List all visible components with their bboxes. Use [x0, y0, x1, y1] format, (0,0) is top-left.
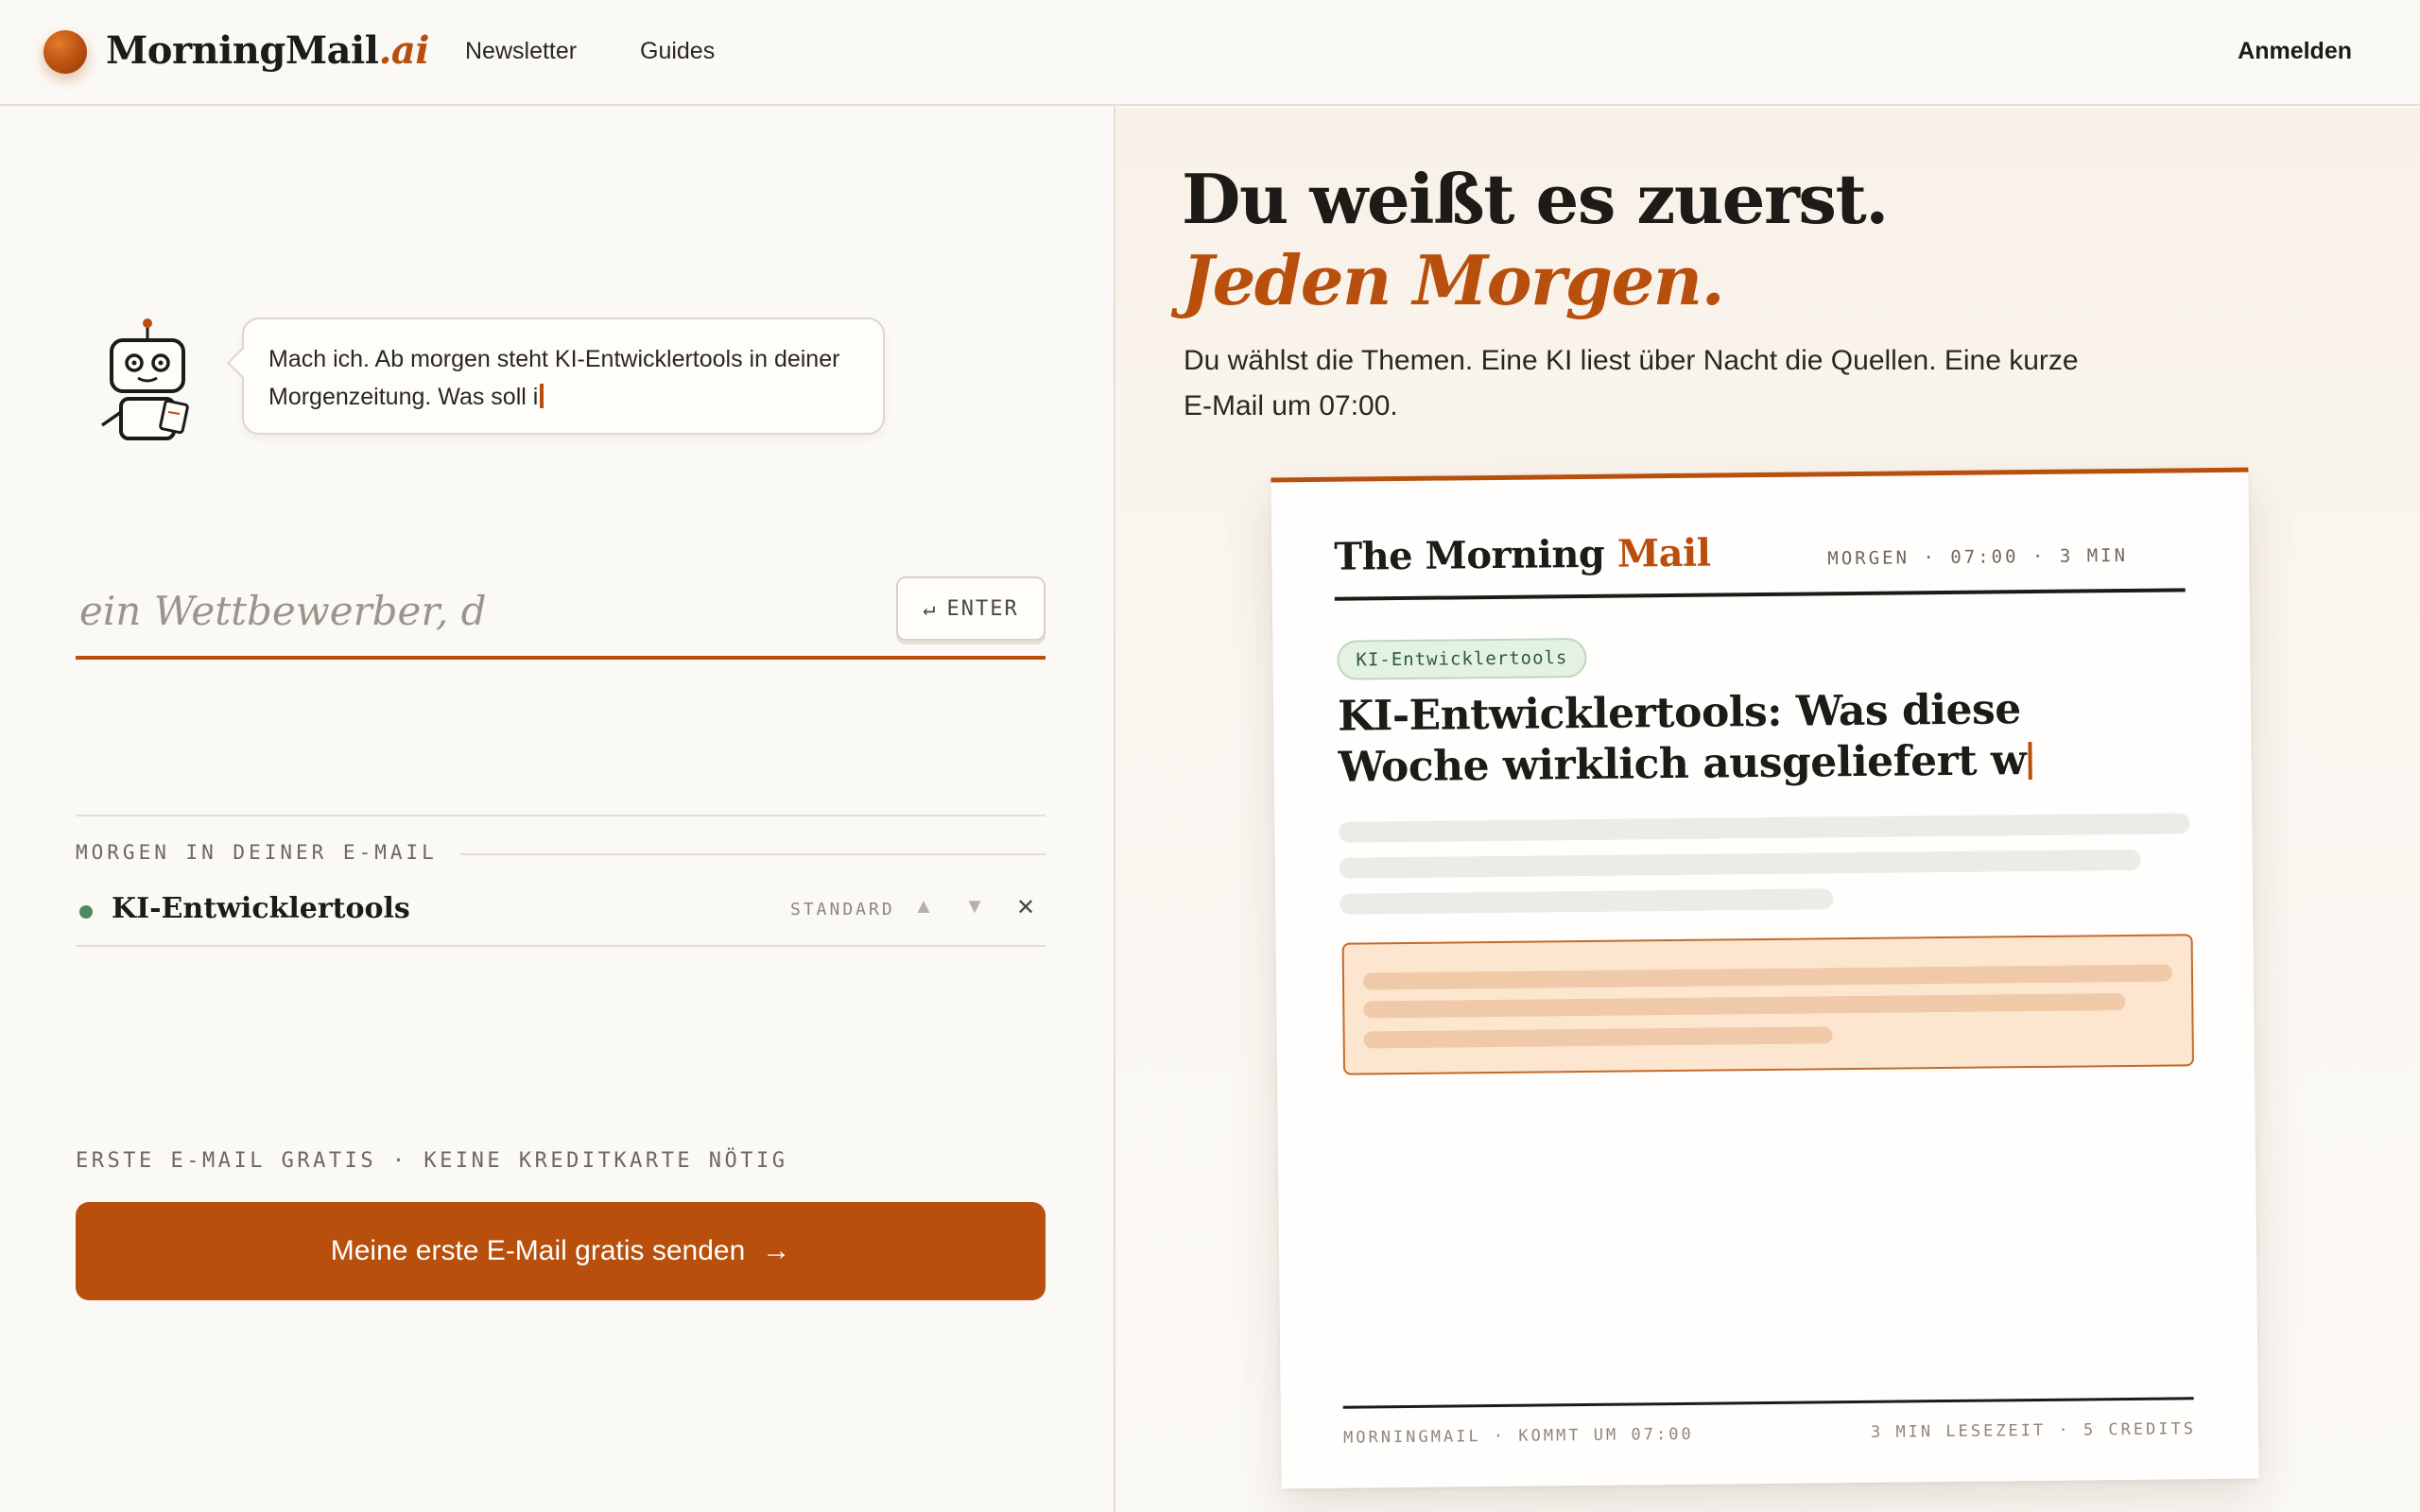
return-icon: ↵ [923, 596, 938, 621]
topics-section-label: MORGEN IN DEINER E-MAIL [76, 841, 460, 864]
preview-footer-left: MORNINGMAIL · KOMMT UM 07:00 [1342, 1424, 1694, 1448]
section-divider [76, 815, 1046, 816]
preview-meta: MORGEN · 07:00 · 3 MIN [1827, 544, 2129, 570]
topic-name: KI-Entwicklertools [112, 892, 410, 925]
free-email-note: ERSTE E-MAIL GRATIS · KEINE KREDITKARTE … [76, 1149, 788, 1173]
preview-topic-tag: KI-Entwicklertools [1337, 637, 1587, 680]
hero-title: Du weißt es zuerst. [1182, 159, 1889, 239]
logo[interactable]: MorningMail.ai [106, 28, 429, 73]
robot-mascot-icon [100, 318, 189, 440]
nav-guides[interactable]: Guides [640, 38, 715, 65]
preview-brand-main: The Morning [1334, 531, 1605, 579]
login-link[interactable]: Anmelden [2238, 38, 2352, 65]
enter-label: ENTER [946, 596, 1019, 621]
skeleton-line [1340, 888, 1834, 915]
assistant-message: Mach ich. Ab morgen steht KI-Entwicklert… [268, 346, 840, 410]
preview-brand-accent: Mail [1616, 530, 1711, 576]
skeleton-line [1339, 849, 2141, 879]
move-up-icon[interactable]: ▲ [909, 894, 938, 919]
move-down-icon[interactable]: ▼ [960, 894, 989, 919]
topic-status-dot [79, 905, 93, 919]
preview-footer-rule [1342, 1397, 2194, 1409]
hero-subtitle: Jeden Morgen. [1182, 240, 1725, 320]
typing-caret [540, 384, 544, 408]
nav-newsletter[interactable]: Newsletter [465, 38, 577, 65]
preview-brand: The Morning Mail [1334, 531, 1711, 579]
preview-footer-right: 3 MIN LESEZEIT · 5 CREDITS [1870, 1419, 2197, 1442]
preview-headline-text: KI-Entwicklertools: Was diese Woche wirk… [1337, 685, 2027, 792]
preview-highlight-box [1341, 934, 2195, 1075]
highlight-line [1363, 993, 2126, 1019]
remove-topic-icon[interactable]: ✕ [1011, 894, 1040, 921]
hero-description: Du wählst die Themen. Eine KI liest über… [1184, 345, 2079, 421]
cta-label: Meine erste E-Mail gratis senden [330, 1235, 746, 1266]
typing-caret [2028, 742, 2032, 781]
newsletter-preview: The Morning Mail MORGEN · 07:00 · 3 MIN … [1270, 467, 2259, 1489]
arrow-right-icon: → [762, 1235, 791, 1266]
preview-header-rule [1334, 588, 2186, 601]
logo-sun-icon [43, 30, 87, 74]
preview-headline: KI-Entwicklertools: Was diese Woche wirk… [1338, 683, 2170, 794]
skeleton-line [1339, 813, 2190, 843]
section-label-line [452, 853, 1046, 855]
topic-input[interactable] [79, 576, 855, 644]
highlight-line [1363, 1026, 1833, 1049]
top-header: MorningMail.ai Newsletter Guides Anmelde… [0, 0, 2420, 106]
enter-button[interactable]: ↵ ENTER [896, 576, 1046, 641]
highlight-line [1362, 964, 2173, 990]
logo-main: MorningMail [106, 28, 379, 73]
topic-standard-badge: STANDARD [790, 900, 895, 919]
assistant-speech-bubble: Mach ich. Ab morgen steht KI-Entwicklert… [242, 318, 885, 435]
logo-suffix: .ai [378, 28, 429, 73]
topic-input-field: ↵ ENTER [76, 567, 1046, 660]
topic-row: KI-Entwicklertools STANDARD ▲ ▼ ✕ [76, 885, 1046, 947]
panel-divider [1114, 106, 1115, 1512]
send-first-email-button[interactable]: Meine erste E-Mail gratis senden → [76, 1202, 1046, 1300]
